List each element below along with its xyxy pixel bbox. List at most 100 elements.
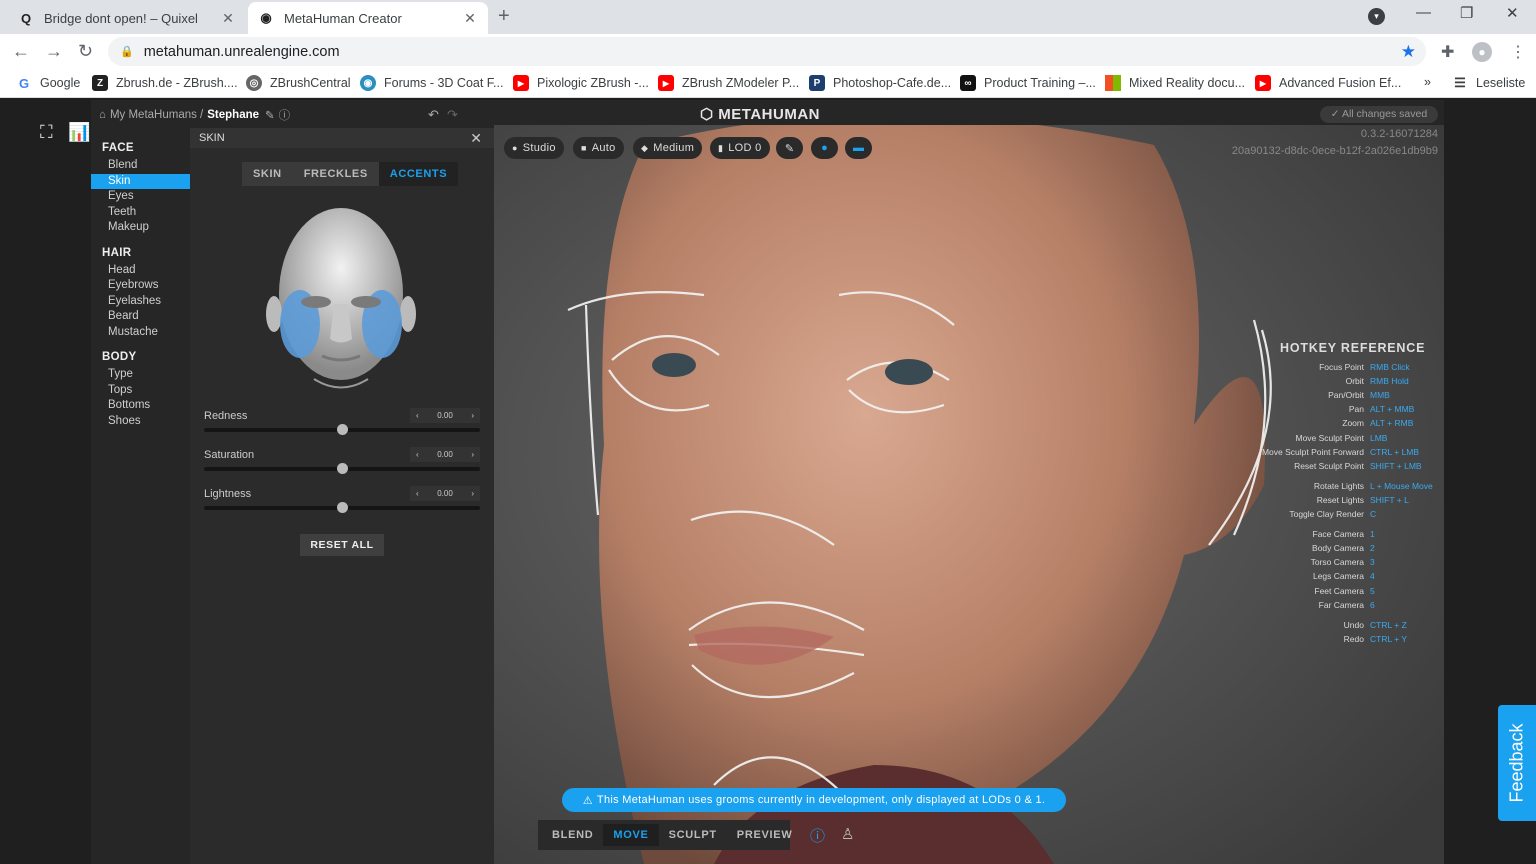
- breadcrumb-root[interactable]: My MetaHumans /: [110, 109, 203, 121]
- lightness-stepper[interactable]: ‹ 0.00 ›: [410, 486, 480, 501]
- tab-accents[interactable]: ACCENTS: [378, 162, 459, 186]
- minimize-icon[interactable]: —: [1416, 4, 1431, 21]
- chevron-right-icon[interactable]: ›: [471, 489, 474, 498]
- nav-item-head[interactable]: Head: [91, 263, 190, 278]
- reset-all-button[interactable]: RESET ALL: [300, 534, 384, 556]
- profile-icon[interactable]: ●: [1472, 42, 1492, 62]
- pose-icon[interactable]: ♙: [841, 825, 854, 843]
- nav-item-bottoms[interactable]: Bottoms: [91, 398, 190, 413]
- reload-icon[interactable]: ↻: [78, 41, 93, 62]
- reading-list[interactable]: ☰ Leseliste: [1452, 75, 1525, 91]
- chevron-left-icon[interactable]: ‹: [416, 411, 419, 420]
- hotkey-action: Move Sculpt Point Forward: [1261, 446, 1364, 457]
- feedback-button[interactable]: Feedback: [1498, 705, 1536, 821]
- nav-item-blend[interactable]: Blend: [91, 158, 190, 173]
- undo-icon[interactable]: ↶: [428, 107, 439, 123]
- tab-freckles[interactable]: FRECKLES: [293, 162, 379, 186]
- hotkey-action: Toggle Clay Render: [1289, 509, 1364, 519]
- nav-item-teeth[interactable]: Teeth: [91, 205, 190, 220]
- bookmarks-overflow[interactable]: »: [1424, 75, 1431, 89]
- home-icon[interactable]: ⌂: [99, 109, 106, 121]
- nav-item-shoes[interactable]: Shoes: [91, 414, 190, 429]
- nav-item-type[interactable]: Type: [91, 367, 190, 382]
- info-icon[interactable]: ⓘ: [810, 825, 825, 846]
- button-label: Medium: [653, 142, 695, 154]
- chevron-right-icon[interactable]: ›: [471, 450, 474, 459]
- slider-value[interactable]: 0.00: [437, 411, 453, 420]
- slider-handle[interactable]: [337, 424, 348, 435]
- restore-icon[interactable]: ❐: [1460, 4, 1473, 22]
- tab-skin[interactable]: SKIN: [242, 162, 293, 186]
- tab-metahuman[interactable]: ◉ MetaHuman Creator ✕: [248, 2, 488, 34]
- slider-handle[interactable]: [337, 463, 348, 474]
- forward-icon[interactable]: →: [45, 41, 63, 62]
- mode-sculpt[interactable]: SCULPT: [659, 824, 727, 846]
- mode-move[interactable]: MOVE: [603, 824, 659, 846]
- reading-list-icon: ☰: [1454, 75, 1466, 90]
- hotkey-key: 5: [1370, 585, 1375, 596]
- save-status: ✓ All changes saved: [1320, 106, 1438, 123]
- nav-item-eyebrows[interactable]: Eyebrows: [91, 278, 190, 293]
- bookmark-item[interactable]: P Photoshop-Cafe.de...: [809, 75, 951, 91]
- camera-button[interactable]: ■ Auto: [573, 137, 624, 159]
- bookmark-item[interactable]: ◎ ZBrushCentral: [246, 75, 351, 91]
- hotkey-key: ALT + RMB: [1370, 418, 1414, 429]
- bookmark-item[interactable]: ▶ Advanced Fusion Ef...: [1255, 75, 1401, 91]
- lod-button[interactable]: ▮ LOD 0: [710, 137, 770, 159]
- tab-quixel[interactable]: Q Bridge dont open! – Quixel ✕: [8, 2, 246, 34]
- nav-item-makeup[interactable]: Makeup: [91, 220, 190, 235]
- background-button[interactable]: ▬: [845, 137, 872, 159]
- url-input[interactable]: 🔒 metahuman.unrealengine.com ★: [108, 37, 1426, 66]
- bookmark-item[interactable]: Z Zbrush.de - ZBrush....: [92, 75, 238, 91]
- metahuman-logo: ⬡ METAHUMAN: [700, 105, 820, 123]
- bookmark-item[interactable]: Mixed Reality docu...: [1105, 75, 1245, 91]
- stats-icon[interactable]: 📊: [68, 122, 90, 143]
- nav-item-mustache[interactable]: Mustache: [91, 325, 190, 340]
- hotkey-key: LMB: [1370, 432, 1388, 443]
- new-tab-icon[interactable]: +: [498, 5, 510, 28]
- menu-kebab-icon[interactable]: ⋮: [1510, 42, 1526, 62]
- close-icon[interactable]: ✕: [462, 10, 478, 27]
- saturation-stepper[interactable]: ‹ 0.00 ›: [410, 447, 480, 462]
- nav-item-eyelashes[interactable]: Eyelashes: [91, 294, 190, 309]
- face-region-preview[interactable]: [264, 204, 418, 400]
- redo-icon[interactable]: ↷: [447, 107, 458, 123]
- mode-preview[interactable]: PREVIEW: [727, 824, 803, 846]
- bookmark-item[interactable]: ▶ ZBrush ZModeler P...: [658, 75, 799, 91]
- bookmark-item[interactable]: ◉ Forums - 3D Coat F...: [360, 75, 503, 91]
- chevron-left-icon[interactable]: ‹: [416, 489, 419, 498]
- window-close-icon[interactable]: ✕: [1506, 4, 1519, 22]
- hotkey-action: Orbit: [1345, 376, 1364, 387]
- lighting-button[interactable]: ● Studio: [504, 137, 564, 159]
- close-icon[interactable]: ✕: [220, 10, 236, 27]
- back-icon[interactable]: ←: [12, 41, 30, 62]
- mode-blend[interactable]: BLEND: [542, 824, 603, 846]
- help-icon[interactable]: ⓘ: [279, 107, 291, 123]
- slider-handle[interactable]: [337, 502, 348, 513]
- extensions-icon[interactable]: ✚: [1441, 42, 1454, 62]
- nav-item-tops[interactable]: Tops: [91, 383, 190, 398]
- chevron-left-icon[interactable]: ‹: [416, 450, 419, 459]
- slider-value[interactable]: 0.00: [437, 450, 453, 459]
- nav-item-eyes[interactable]: Eyes: [91, 189, 190, 204]
- bookmark-item[interactable]: ∞ Product Training –...: [960, 75, 1096, 91]
- hotkey-action: Zoom: [1342, 418, 1364, 429]
- nav-item-skin[interactable]: Skin: [91, 174, 190, 189]
- nav-item-beard[interactable]: Beard: [91, 309, 190, 324]
- fullscreen-icon[interactable]: ⛶: [40, 122, 53, 143]
- quality-button[interactable]: ◆ Medium: [633, 137, 703, 159]
- tab-search-icon[interactable]: ▾: [1368, 8, 1385, 25]
- character-viewport[interactable]: 0.3.2-16071284 20a90132-d8dc-0ece-b12f-2…: [494, 125, 1444, 864]
- redness-stepper[interactable]: ‹ 0.00 ›: [410, 408, 480, 423]
- lock-icon[interactable]: 🔒: [120, 45, 134, 58]
- slider-value[interactable]: 0.00: [437, 489, 453, 498]
- close-icon[interactable]: ✕: [470, 130, 482, 147]
- bookmark-star-icon[interactable]: ★: [1401, 42, 1416, 62]
- edit-icon[interactable]: ✎: [265, 108, 275, 122]
- brush-button[interactable]: ✎: [776, 137, 803, 159]
- bookmark-item[interactable]: ▶ Pixologic ZBrush -...: [513, 75, 649, 91]
- chevron-right-icon[interactable]: ›: [471, 411, 474, 420]
- bookmark-label: Forums - 3D Coat F...: [384, 76, 504, 90]
- bookmark-item[interactable]: G Google: [16, 75, 80, 91]
- clay-button[interactable]: ●: [811, 137, 838, 159]
